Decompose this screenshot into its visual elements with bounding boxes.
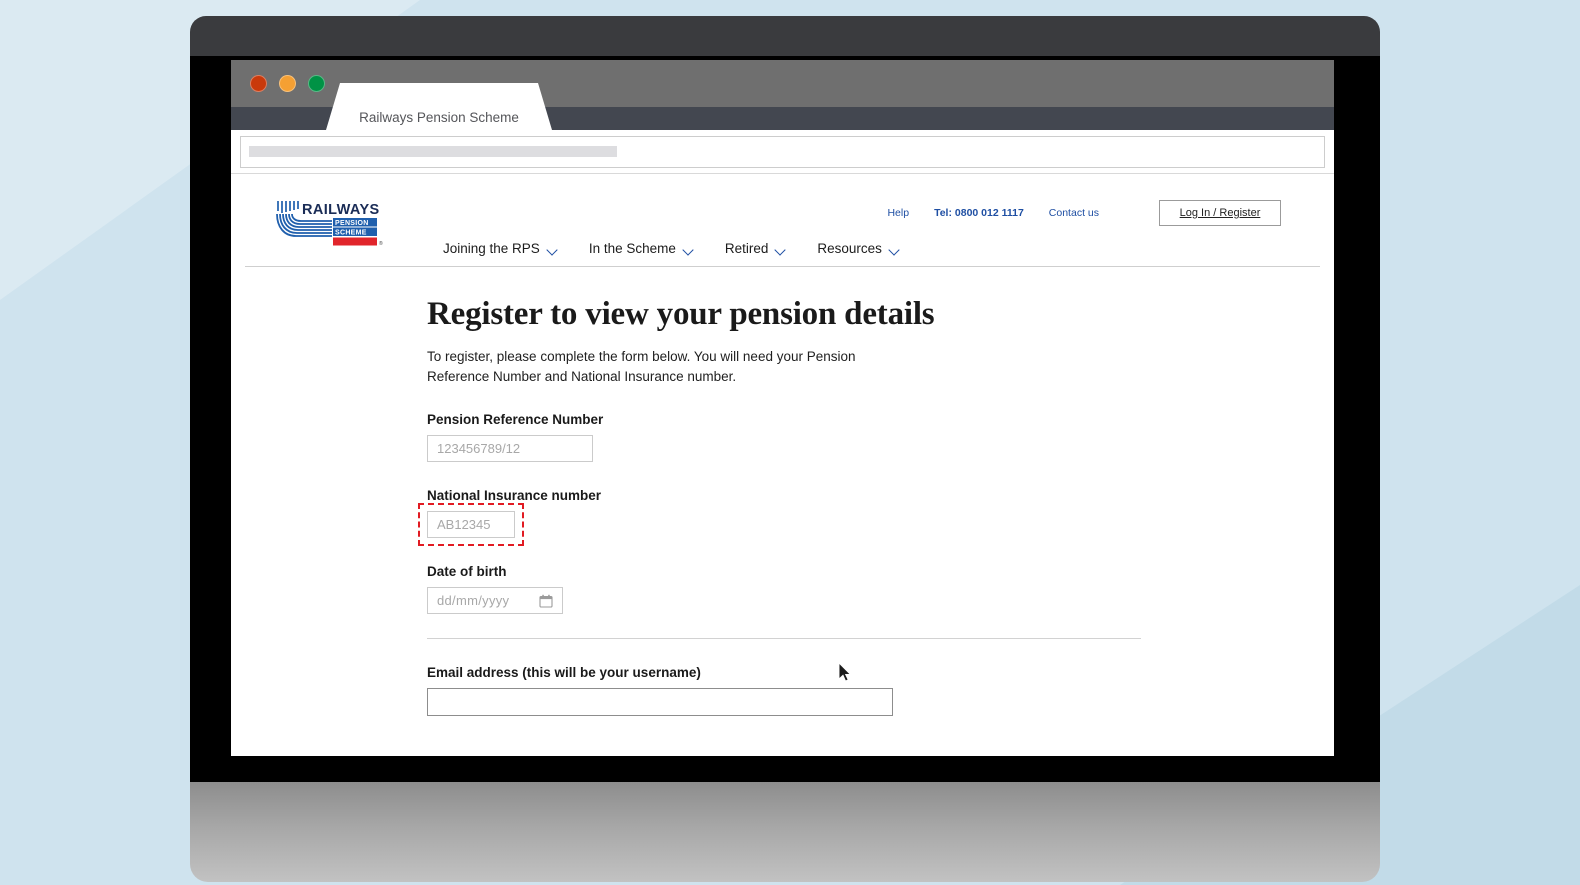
page-title: Register to view your pension details <box>427 296 935 332</box>
pension-reference-number-input[interactable] <box>427 435 593 463</box>
field-pension-reference-number: Pension Reference Number <box>427 412 1320 463</box>
field-date-of-birth: Date of birth dd/mm/yyyy <box>427 564 1320 615</box>
date-of-birth-placeholder: dd/mm/yyyy <box>437 593 510 609</box>
calendar-icon[interactable] <box>539 594 553 608</box>
browser-toolbar <box>231 130 1334 174</box>
minimize-window-button[interactable] <box>279 75 296 92</box>
close-window-button[interactable] <box>250 75 267 92</box>
browser-window: Railways Pension Scheme RAILWAYS PENSION… <box>231 60 1334 756</box>
field-label: National Insurance number <box>427 488 602 504</box>
utility-link-contact-us[interactable]: Contact us <box>1049 207 1099 219</box>
nav-item-label: Retired <box>724 241 769 256</box>
field-label: Date of birth <box>427 564 507 580</box>
registration-form-section: Register to view your pension details To… <box>245 267 1320 717</box>
svg-text:RAILWAYS: RAILWAYS <box>302 202 380 218</box>
svg-text:SCHEME: SCHEME <box>335 230 367 237</box>
railways-pension-scheme-logo[interactable]: RAILWAYS PENSION SCHEME ® <box>276 199 388 247</box>
main-navigation: Joining the RPS In the Scheme Retired Re… <box>443 241 900 256</box>
browser-tabstrip: Railways Pension Scheme <box>231 83 1334 130</box>
national-insurance-number-input[interactable] <box>427 511 515 539</box>
svg-text:PENSION: PENSION <box>335 220 369 227</box>
section-divider <box>427 638 1141 640</box>
logo-mark-icon: RAILWAYS PENSION SCHEME ® <box>276 201 383 247</box>
nav-item-in-the-scheme[interactable]: In the Scheme <box>589 241 694 256</box>
chevron-down-icon <box>776 246 786 252</box>
email-address-input[interactable] <box>427 688 893 717</box>
utility-link-telephone[interactable]: Tel: 0800 012 1117 <box>934 207 1024 219</box>
intro-paragraph: To register, please complete the form be… <box>427 349 856 384</box>
nav-item-label: Joining the RPS <box>443 241 540 256</box>
address-bar[interactable] <box>240 135 1325 168</box>
svg-text:®: ® <box>379 240 383 247</box>
field-email-address: Email address (this will be your usernam… <box>427 665 1320 717</box>
nav-item-joining-the-rps[interactable]: Joining the RPS <box>443 241 558 256</box>
field-label: Email address (this will be your usernam… <box>427 665 701 681</box>
nav-item-label: In the Scheme <box>588 241 676 256</box>
field-label: Pension Reference Number <box>427 412 604 428</box>
field-national-insurance-number: National Insurance number <box>418 488 1320 547</box>
chevron-down-icon <box>890 246 900 252</box>
browser-tab-label: Railways Pension Scheme <box>359 110 519 125</box>
web-page: RAILWAYS PENSION SCHEME ® Help Tel: 0800… <box>231 174 1334 756</box>
utility-link-help[interactable]: Help <box>887 207 909 219</box>
nav-item-resources[interactable]: Resources <box>817 241 900 256</box>
maximize-window-button[interactable] <box>308 75 325 92</box>
desktop-background: Railways Pension Scheme RAILWAYS PENSION… <box>0 0 1580 885</box>
browser-tab[interactable]: Railways Pension Scheme <box>326 83 552 130</box>
utility-navigation: Help Tel: 0800 012 1117 Contact us Log I… <box>887 200 1281 226</box>
nav-item-label: Resources <box>817 241 882 256</box>
chevron-down-icon <box>548 246 558 252</box>
laptop-base <box>190 782 1380 882</box>
site-header: RAILWAYS PENSION SCHEME ® Help Tel: 0800… <box>245 174 1320 267</box>
nav-item-retired[interactable]: Retired <box>725 241 787 256</box>
date-of-birth-input[interactable]: dd/mm/yyyy <box>427 587 563 615</box>
address-bar-redacted-url <box>249 146 617 157</box>
log-in-register-button[interactable]: Log In / Register <box>1159 200 1281 226</box>
chevron-down-icon <box>684 246 694 252</box>
